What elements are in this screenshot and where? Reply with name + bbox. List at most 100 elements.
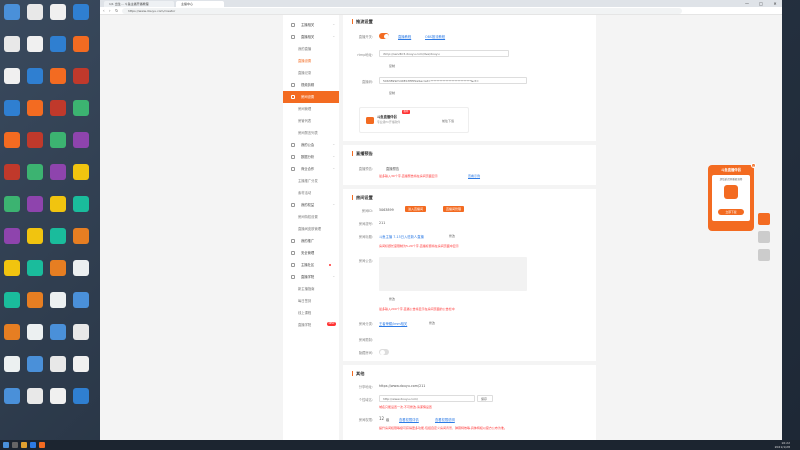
app-icon[interactable] [39,442,45,448]
desktop-shortcut-icon[interactable] [4,388,20,404]
url-input[interactable]: https://www.douyu.com/creator [122,8,682,14]
close-button[interactable]: ✕ [768,0,782,7]
sidebar-item[interactable]: 主播社区 [283,259,339,271]
desktop-shortcut-icon[interactable] [50,388,66,404]
desktop-shortcut-icon[interactable] [50,196,66,212]
desktop-shortcut-icon[interactable] [27,356,43,372]
edit-intro-button[interactable]: 修改 [389,297,395,301]
copy-code-button[interactable]: 复制 [389,91,395,95]
sidebar-item[interactable]: 直播设置 [283,55,339,67]
sidebar-item[interactable]: 每日签到 [283,295,339,307]
desktop-shortcut-icon[interactable] [27,132,43,148]
sidebar-item[interactable]: 数据分析 ^ [283,151,339,163]
browser-icon[interactable] [30,442,36,448]
desktop-shortcut-icon[interactable] [4,36,20,52]
float-feedback-icon[interactable] [758,231,770,243]
desktop-shortcut-icon[interactable] [73,164,89,180]
desktop-shortcut-icon[interactable] [27,164,43,180]
desktop-shortcut-icon[interactable] [50,68,66,84]
sidebar-item[interactable]: 房间设置 [283,91,339,103]
desktop-shortcut-icon[interactable] [4,356,20,372]
desktop-shortcut-icon[interactable] [73,36,89,52]
desktop-shortcut-icon[interactable] [27,100,43,116]
sidebar-item[interactable]: 我的直播 [283,43,339,55]
desktop-shortcut-icon[interactable] [73,228,89,244]
sidebar-item[interactable]: 直播学院 NEW [283,319,339,331]
sidebar-item[interactable]: 素材活动 [283,187,339,199]
ad-close-icon[interactable]: × [751,163,756,168]
sidebar-item[interactable]: 直播相关 ^ [283,31,339,43]
minimize-button[interactable]: — [740,0,754,7]
desktop-shortcut-icon[interactable] [73,196,89,212]
desktop-shortcut-icon[interactable] [50,164,66,180]
sidebar-item[interactable]: 我的权益 ^ [283,199,339,211]
companion-card[interactable]: 斗鱼直播伴侣 专业级PC开播软件 推荐 前往下载 [359,107,469,133]
sidebar-item[interactable]: 新主播指南 [283,283,339,295]
desktop-shortcut-icon[interactable] [27,228,43,244]
floating-ad[interactable]: 斗鱼直播伴侣 超低延迟开播更流畅 立即下载 × [708,163,756,231]
desktop-shortcut-icon[interactable] [50,4,66,20]
sidebar-item[interactable]: 主播推广分发 [283,175,339,187]
code-field[interactable]: 5063899rhOXEb7EEPkeSecret=**************… [379,77,527,84]
search-icon[interactable] [12,442,18,448]
level-help-link[interactable]: 查看权限说明 [435,417,455,422]
sidebar-item[interactable]: 视频剪辑 [283,79,339,91]
hide-room-toggle[interactable] [379,349,389,355]
room-intro-textarea[interactable] [379,257,527,291]
sidebar-item[interactable]: 主播相关 ^ [283,19,339,31]
desktop-shortcut-icon[interactable] [4,228,20,244]
desktop-shortcut-icon[interactable] [50,356,66,372]
edit-title-button[interactable]: 修改 [449,234,455,238]
ad-download-button[interactable]: 立即下载 [718,209,744,215]
desktop-shortcut-icon[interactable] [50,132,66,148]
desktop-shortcut-icon[interactable] [27,260,43,276]
notice-example-link[interactable]: 查看示例 [468,174,480,178]
live-toggle[interactable] [379,33,389,39]
enter-room-button[interactable]: 进入直播间 [405,206,427,212]
desktop-shortcut-icon[interactable] [27,36,43,52]
rtmp-field[interactable]: rtmp://sendtc3.douyu.com/live/douyu [379,50,509,57]
sidebar-item[interactable]: 直播间皮肤管理 [283,223,339,235]
desktop-shortcut-icon[interactable] [4,260,20,276]
sidebar-item[interactable]: 房间特权设置 [283,211,339,223]
desktop-shortcut-icon[interactable] [50,36,66,52]
back-icon[interactable]: ‹ [103,8,108,14]
domain-input[interactable]: http://www.douyu.com/ [379,395,475,402]
desktop-shortcut-icon[interactable] [4,324,20,340]
maximize-button[interactable]: □ [754,0,768,7]
desktop-shortcut-icon[interactable] [4,100,20,116]
desktop-shortcut-icon[interactable] [50,292,66,308]
desktop-shortcut-icon[interactable] [4,132,20,148]
forward-icon[interactable]: › [109,8,114,14]
desktop-shortcut-icon[interactable] [4,68,20,84]
desktop-shortcut-icon[interactable] [73,260,89,276]
desktop-shortcut-icon[interactable] [73,4,89,20]
copy-rtmp-button[interactable]: 复制 [389,64,395,68]
sidebar-item[interactable]: 我的公会 ^ [283,139,339,151]
desktop-shortcut-icon[interactable] [73,324,89,340]
obs-tutorial-link[interactable]: OBS推流教程 [425,34,445,39]
sidebar-item[interactable]: 商业合作 ^ [283,163,339,175]
desktop-shortcut-icon[interactable] [27,68,43,84]
domain-save-button[interactable]: 保存 [477,395,493,402]
sidebar-item[interactable]: 线上课程 [283,307,339,319]
desktop-shortcut-icon[interactable] [4,4,20,20]
float-service-icon[interactable] [758,213,770,225]
desktop-shortcut-icon[interactable] [27,4,43,20]
sidebar-item[interactable]: 直播记录 [283,67,339,79]
desktop-shortcut-icon[interactable] [27,292,43,308]
desktop-shortcut-icon[interactable] [50,260,66,276]
level-detail-link[interactable]: 查看权限详情 [399,417,419,422]
edit-category-button[interactable]: 修改 [429,321,435,325]
desktop-shortcut-icon[interactable] [4,292,20,308]
desktop-shortcut-icon[interactable] [27,196,43,212]
desktop-shortcut-icon[interactable] [73,132,89,148]
manage-room-button[interactable]: 直播间管理 [443,206,465,212]
sidebar-item[interactable]: 房间管理 [283,103,339,115]
desktop-shortcut-icon[interactable] [4,196,20,212]
desktop-shortcut-icon[interactable] [73,292,89,308]
desktop-shortcut-icon[interactable] [27,324,43,340]
desktop-shortcut-icon[interactable] [27,388,43,404]
explorer-icon[interactable] [21,442,27,448]
desktop-shortcut-icon[interactable] [73,388,89,404]
